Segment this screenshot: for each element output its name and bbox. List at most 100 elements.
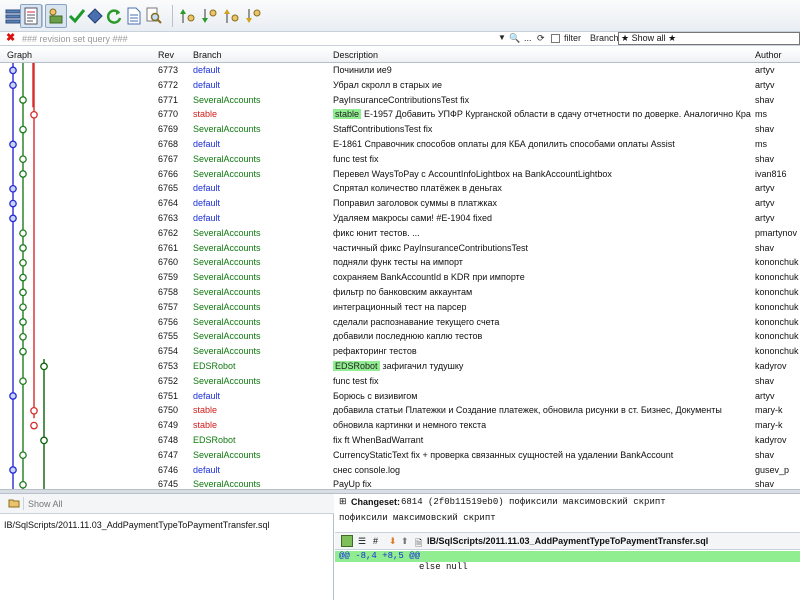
arrow-down-icon[interactable]: ⬇ [389,536,397,547]
collapse-toggle-icon[interactable]: ⊞ [339,496,347,507]
clear-query-icon[interactable]: ✖ [6,33,17,44]
table-row[interactable]: 6765 default Спрятал количество платёжек в… [0,181,800,196]
rev-cell: 6746 [158,464,179,475]
table-row[interactable]: 6757 SeveralAccounts интеграционный тест н… [0,300,800,315]
query-search-icon[interactable]: 🔍 [509,33,520,44]
table-row[interactable]: 6768 default E-1861 Справочник способов оп… [0,137,800,152]
rev-cell: 6769 [158,124,179,135]
tag-badge: stable [333,109,362,120]
changed-files-pane: Show All IB/SqlScripts/2011.11.03_AddPay… [0,494,334,600]
table-row[interactable]: 6773 default Починили ие9 artyv [0,63,800,78]
author-cell: kononchuk [755,257,799,268]
main-toolbar [0,0,800,32]
query-dropdown-arrow-icon[interactable]: ▼ [498,33,506,42]
query-editor-button[interactable]: ... [524,33,532,43]
collapse-icon[interactable]: ☰ [358,536,366,547]
table-row[interactable]: 6770 stable stable E-1957 Добавить УПФР Кур… [0,107,800,122]
table-row[interactable]: 6761 SeveralAccounts частичный фикс PayIns… [0,241,800,256]
rev-cell: 6749 [158,420,179,431]
hash-icon[interactable]: # [373,536,378,546]
author-column-header[interactable]: Author [755,50,782,60]
rev-cell: 6755 [158,331,179,342]
arrow-up-icon[interactable]: ⬆ [401,536,409,547]
table-row[interactable]: 6748 EDSRobot fix ft WhenBadWarrant kadyrov [0,433,800,448]
author-cell: mary-k [755,405,783,416]
description-text: Удаляем макросы сами! #E-1904 fixed [333,213,492,223]
description-text: PayUp fix [333,479,372,489]
table-row[interactable]: 6751 default Борюсь с визивигом artyv [0,389,800,404]
table-row[interactable]: 6754 SeveralAccounts рефакторинг тестов kon… [0,344,800,359]
download-icon[interactable] [341,535,353,547]
table-row[interactable]: 6750 stable добавила статьи Платежки и Соз… [0,403,800,418]
author-cell: gusev_p [755,464,790,475]
branch-cell: EDSRobot [193,435,236,445]
description-cell: Убрал скролл в старых ие [333,78,751,93]
table-row[interactable]: 6762 SeveralAccounts фикс юнит тестов. ...… [0,226,800,241]
author-cell: shav [755,242,775,253]
branch-cell: SeveralAccounts [193,449,261,460]
table-row[interactable]: 6759 SeveralAccounts сохраняем BankAccount… [0,270,800,285]
rev-cell: 6747 [158,449,179,460]
document-icon[interactable] [123,4,145,28]
filter-label: filter [564,33,582,43]
folder-icon[interactable] [8,497,20,512]
description-cell: PayInsuranceContributionsTest fix [333,93,751,108]
show-all-files-button[interactable]: Show All [28,499,63,509]
description-text: Убрал скролл в старых ие [333,79,443,90]
description-column-header[interactable]: Description [333,50,378,60]
table-row[interactable]: 6771 SeveralAccounts PayInsuranceContribut… [0,93,800,108]
diff-line: else null [419,562,468,572]
search-icon[interactable] [143,4,165,28]
revset-query-input[interactable] [20,32,504,45]
branch-up-icon[interactable] [176,4,198,28]
author-cell: artyv [755,213,775,223]
rev-cell: 6772 [158,79,179,90]
table-row[interactable]: 6756 SeveralAccounts сделали распознавание… [0,315,800,330]
table-row[interactable]: 6752 SeveralAccounts func test fix shav [0,374,800,389]
rev-cell: 6768 [158,139,179,149]
table-row[interactable]: 6753 EDSRobot EDSRobot зафигачил тудушку kad… [0,359,800,374]
file-list-icon[interactable] [20,4,42,28]
branch-cell: default [193,139,221,149]
refresh-icon[interactable] [103,4,125,28]
graph-column-header[interactable]: Graph [7,50,32,60]
revision-log-table: 6773 default Починили ие9 artyv 6772 default У… [0,63,800,489]
table-row[interactable]: 6755 SeveralAccounts добавили последнюю ка… [0,329,800,344]
table-row[interactable]: 6760 SeveralAccounts подняли функ тесты на… [0,255,800,270]
table-row[interactable]: 6769 SeveralAccounts StaffContributionsTes… [0,122,800,137]
table-row[interactable]: 6749 stable обновила картинки и немного те… [0,418,800,433]
table-row[interactable]: 6767 SeveralAccounts func test fix shav [0,152,800,167]
branch-down-icon[interactable] [198,4,220,28]
branch-select[interactable]: ★ Show all ★ [618,32,800,45]
table-row[interactable]: 6746 default снес console.log gusev_p [0,463,800,478]
branch-split-icon[interactable] [242,4,264,28]
tag-icon[interactable] [45,4,67,28]
query-refresh-icon[interactable]: ⟳ [537,33,545,44]
table-row[interactable]: 6763 default Удаляем макросы сами! #E-1904… [0,211,800,226]
table-row[interactable]: 6766 SeveralAccounts Перевел WaysToPay с A… [0,167,800,182]
branch-cell: SeveralAccounts [193,287,261,297]
branch-merge-icon[interactable] [220,4,242,28]
branch-label: Branch [590,33,619,43]
rev-cell: 6761 [158,242,179,253]
rev-cell: 6752 [158,375,179,386]
description-text: PayInsuranceContributionsTest fix [333,94,470,105]
table-row[interactable]: 6764 default Поправил заголовок суммы в пл… [0,196,800,211]
branch-column-header[interactable]: Branch [193,50,222,60]
branch-cell: stable [193,109,218,120]
table-row[interactable]: 6758 SeveralAccounts фильтр по банковским … [0,285,800,300]
rev-cell: 6773 [158,65,179,75]
description-cell: Удаляем макросы сами! #E-1904 fixed [333,211,751,226]
table-row[interactable]: 6745 SeveralAccounts PayUp fix shav [0,477,800,489]
filter-checkbox[interactable] [551,34,560,43]
table-row[interactable]: 6772 default Убрал скролл в старых ие artyv [0,78,800,93]
description-text: добавила статьи Платежки и Создание плат… [333,405,722,416]
branch-cell: SeveralAccounts [193,94,261,105]
file-icon[interactable]: 🗎 [415,536,422,552]
description-text: func test fix [333,153,379,164]
changed-file-item[interactable]: IB/SqlScripts/2011.11.03_AddPaymentTypeT… [4,518,330,532]
rev-column-header[interactable]: Rev [158,50,174,60]
table-row[interactable]: 6747 SeveralAccounts CurrencyStaticText fi… [0,448,800,463]
description-cell: фикс юнит тестов. ... [333,226,751,241]
description-cell: EDSRobot зафигачил тудушку [333,359,751,374]
